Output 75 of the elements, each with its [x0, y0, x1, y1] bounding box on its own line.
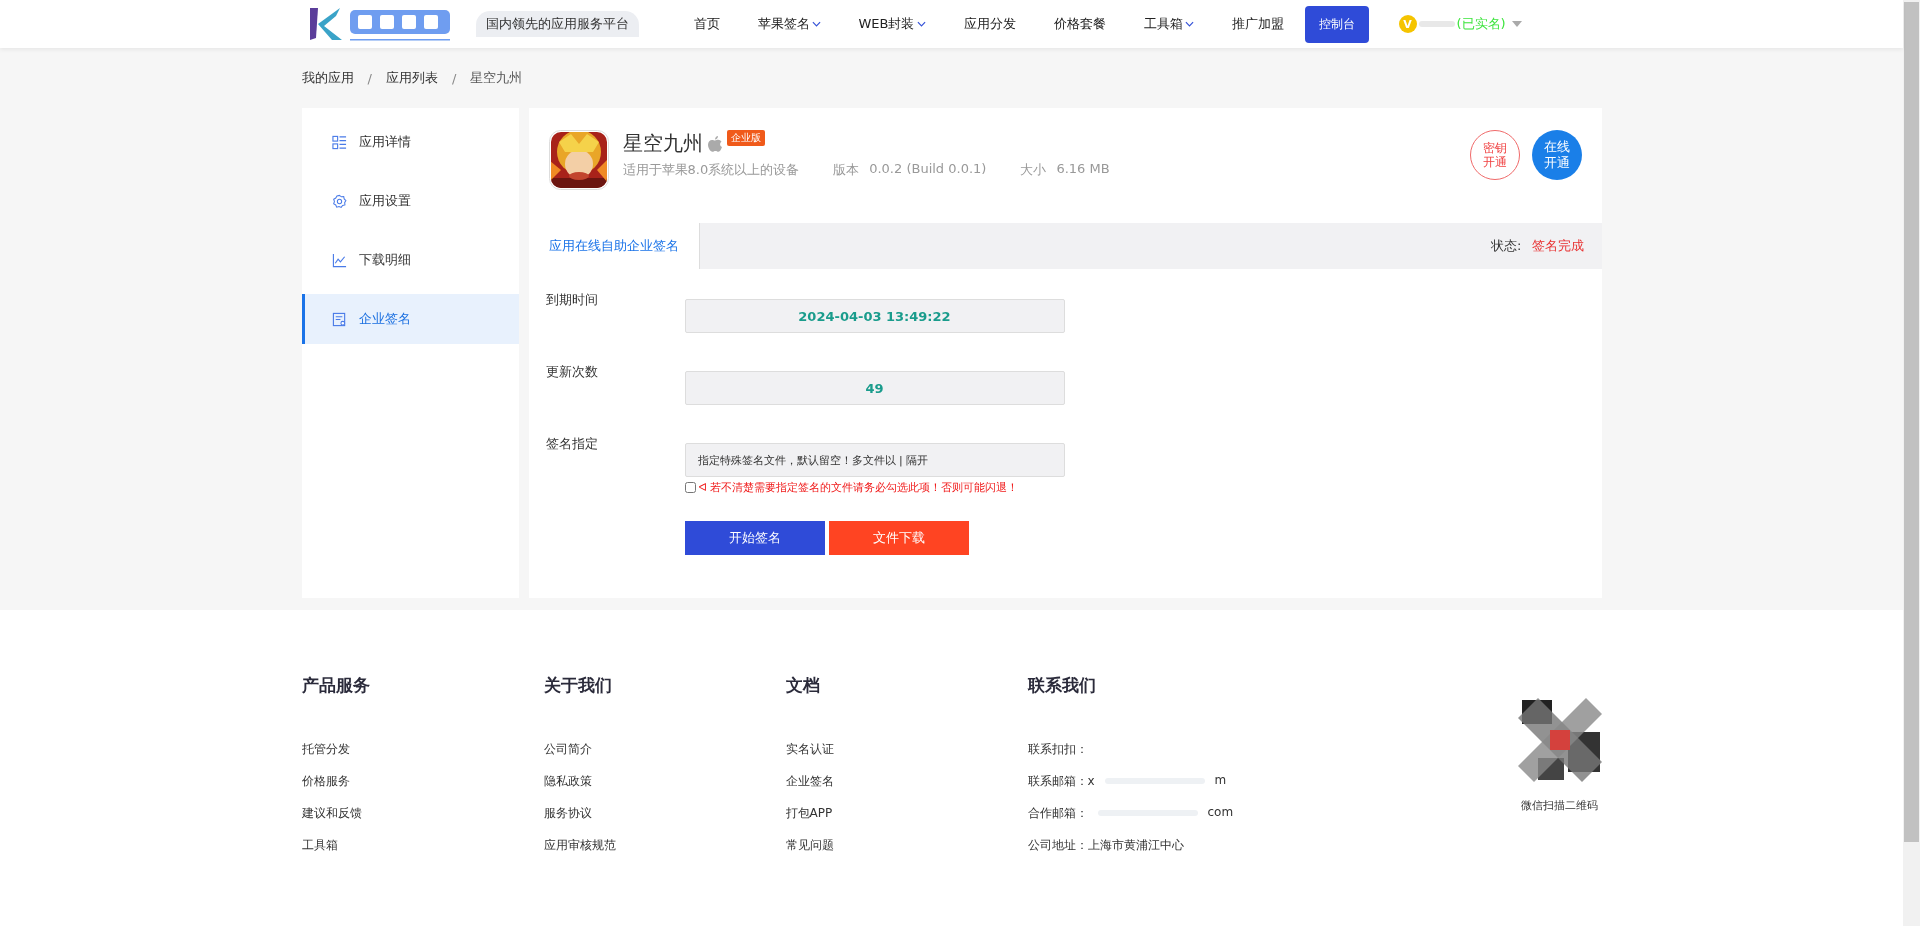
chevron-down-icon[interactable] [1184, 21, 1194, 27]
input-field[interactable]: 指定特殊签名文件，默认留空！多文件以 | 隔开 [684, 443, 1065, 477]
sidebar-item[interactable]: 下载明细 [301, 235, 519, 285]
sidebar-item[interactable]: 应用详情 [301, 117, 519, 167]
document-icon [331, 311, 347, 327]
vip-badge: V [1398, 15, 1417, 33]
nav-link[interactable]: 价格套餐 [1034, 15, 1125, 33]
breadcrumb-link[interactable]: 应用列表 [385, 69, 438, 87]
footer-heading: 关于我们 [543, 674, 612, 697]
footer-heading: 文档 [785, 674, 820, 697]
readonly-field: 49 [684, 371, 1065, 405]
requirement-text: 适用于苹果8.0系统以上的设备 [622, 161, 800, 179]
activate-button[interactable]: 在线开通 [1531, 130, 1582, 180]
sidebar-item[interactable]: 企业签名 [301, 294, 519, 344]
activate-button[interactable]: 密钥开通 [1469, 130, 1520, 180]
warning-text: ᐊ 若不清楚需要指定签名的文件请务必勾选此项！否则可能闪退！ [698, 480, 1019, 495]
footer-link[interactable]: 实名认证 [785, 741, 834, 773]
line-chart-icon [331, 252, 347, 268]
list-icon [331, 134, 347, 150]
field-label: 更新次数 [545, 363, 599, 381]
app-name: 星空九州 [622, 130, 703, 157]
apple-icon [706, 135, 723, 153]
breadcrumb-link[interactable]: 星空九州 [470, 69, 523, 87]
contact-text: m [1214, 773, 1227, 787]
footer-link[interactable]: 工具箱 [301, 837, 338, 869]
footer-link[interactable]: 隐私政策 [543, 773, 592, 805]
action-button[interactable]: 开始签名 [684, 521, 825, 555]
tagline: 国内领先的应用服务平台 [475, 11, 639, 37]
contact-text: 公司地址：上海市黄浦江中心 [1027, 837, 1184, 854]
sidebar-item[interactable]: 应用设置 [301, 176, 519, 226]
field-label: 到期时间 [545, 291, 599, 309]
footer-link[interactable]: 打包APP [785, 805, 833, 837]
contact-text: 联系邮箱：x [1027, 773, 1095, 790]
nav-link[interactable]: WEB封装 [839, 15, 945, 33]
blurred-name-drawing [1416, 18, 1457, 30]
breadcrumb-link[interactable]: 我的应用 [301, 69, 354, 87]
nav-link[interactable]: 工具箱 [1124, 15, 1213, 33]
contact-text: 合作邮箱： [1027, 805, 1088, 822]
contact-text: 联系扣扣： [1027, 741, 1088, 758]
footer-heading: 产品服务 [301, 674, 370, 697]
readonly-field: 2024-04-03 13:49:22 [684, 299, 1065, 333]
version-value: 0.0.2 (Build 0.0.1) [869, 161, 987, 178]
size-label: 大小 [1020, 161, 1047, 179]
edition-badge: 企业版 [726, 130, 765, 146]
footer-link[interactable]: 企业签名 [785, 773, 834, 805]
checkbox[interactable] [684, 482, 696, 493]
version-label: 版本 [833, 161, 860, 179]
footer-link[interactable]: 价格服务 [301, 773, 350, 805]
footer-link[interactable]: 常见问题 [785, 837, 834, 869]
gear-icon [331, 193, 347, 209]
footer-link[interactable]: 应用审核规范 [543, 837, 616, 869]
breadcrumb-separator: / [451, 70, 457, 86]
status-label: 状态: [1491, 237, 1522, 255]
contact-text: com [1207, 805, 1234, 819]
qr-code-icon [1517, 698, 1602, 782]
footer-link[interactable]: 托管分发 [301, 741, 350, 773]
nav-link[interactable]: 推广加盟 [1212, 15, 1303, 33]
footer-heading: 联系我们 [1027, 674, 1096, 697]
nav-link[interactable]: 苹果签名 [738, 15, 840, 33]
field-label: 签名指定 [545, 435, 599, 453]
console-button[interactable]: 控制台 [1304, 5, 1369, 43]
footer-link[interactable]: 公司简介 [543, 741, 592, 773]
footer-link[interactable]: 建议和反馈 [301, 805, 362, 837]
size-value: 6.16 MB [1056, 161, 1110, 178]
qr-caption: 微信扫描二维码 [1521, 798, 1598, 813]
nav-link[interactable]: 应用分发 [944, 15, 1035, 33]
nav-link[interactable]: 首页 [674, 15, 739, 33]
breadcrumb-separator: / [367, 70, 372, 86]
tab[interactable]: 应用在线自助企业签名 [528, 223, 700, 269]
status-value: 签名完成 [1531, 237, 1584, 255]
footer-link[interactable]: 服务协议 [543, 805, 592, 837]
chevron-down-icon[interactable] [916, 21, 926, 27]
scrollbar[interactable] [1903, 0, 1920, 926]
chevron-down-icon[interactable] [811, 21, 821, 27]
verified-label: (已实名) [1456, 15, 1506, 33]
